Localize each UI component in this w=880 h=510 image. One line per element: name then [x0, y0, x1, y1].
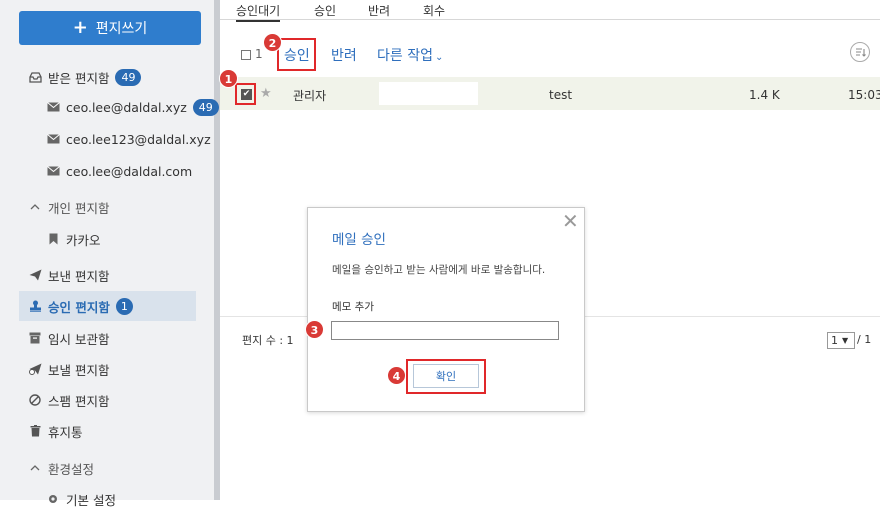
sidebar-item-sent[interactable]: 보낸 편지함 — [28, 264, 109, 286]
sidebar-account-2[interactable]: ceo.lee123@daldal.xyz — [46, 128, 211, 150]
mail-icon — [46, 164, 60, 178]
star-icon[interactable]: ★ — [260, 86, 272, 101]
tab-approved[interactable]: 승인 — [314, 2, 336, 19]
unread-badge: 49 — [192, 98, 219, 116]
highlight-approve-button — [277, 38, 316, 71]
unread-badge: 49 — [115, 68, 142, 86]
memo-input[interactable] — [331, 321, 559, 340]
tab-pending[interactable]: 승인대기 — [236, 2, 281, 22]
trash-icon — [28, 424, 42, 438]
sidebar-item-label: 기본 설정 — [66, 492, 116, 508]
sidebar-item-label: 카카오 — [66, 232, 101, 248]
archive-icon — [28, 331, 42, 345]
other-actions-dropdown[interactable]: 다른 작업 ⌄ — [377, 45, 443, 65]
sort-icon[interactable] — [850, 42, 870, 62]
selected-count: 1 — [255, 47, 263, 61]
mail-time: 15:03 — [848, 88, 880, 102]
sidebar-account-1[interactable]: ceo.lee@daldal.xyz 49 — [46, 96, 219, 118]
send-icon — [28, 268, 42, 282]
memo-label: 메모 추가 — [332, 301, 374, 313]
chevron-down-icon: ▼ — [842, 336, 849, 345]
sidebar-item-label: ceo.lee123@daldal.xyz — [66, 131, 211, 147]
mail-icon — [46, 100, 60, 114]
sidebar-item-scheduled[interactable]: 보낼 편지함 — [28, 358, 109, 380]
mail-sender: 관리자 — [293, 89, 327, 103]
sidebar-item-label: 승인 편지함 — [48, 299, 110, 315]
scheduled-send-icon — [28, 362, 42, 376]
chevron-down-icon: ⌄ — [434, 52, 444, 63]
total-count: 편지 수 : 1 — [242, 334, 294, 347]
reject-button[interactable]: 반려 — [331, 45, 357, 65]
step-callout-1: 1 — [219, 69, 238, 88]
sidebar-item-spam[interactable]: 스팸 편지함 — [28, 389, 109, 411]
block-icon — [28, 393, 42, 407]
mail-subject[interactable]: test — [549, 88, 572, 102]
sidebar-item-kakao[interactable]: 카카오 — [46, 228, 101, 250]
step-callout-4: 4 — [387, 366, 406, 385]
sidebar-item-drafts[interactable]: 임시 보관함 — [28, 327, 109, 349]
bookmark-icon — [46, 232, 60, 246]
chevron-up-icon — [28, 461, 42, 475]
plus-icon: + — [72, 17, 88, 38]
sidebar-item-label: 휴지통 — [48, 424, 83, 440]
close-icon[interactable]: ✕ — [562, 211, 579, 231]
page-total: / 1 — [857, 333, 872, 346]
step-callout-2: 2 — [263, 33, 282, 52]
stamp-icon — [28, 299, 42, 313]
dialog-title: 메일 승인 — [332, 232, 386, 248]
sidebar-section-personal[interactable]: 개인 편지함 — [28, 196, 109, 218]
sidebar-item-label: ceo.lee@daldal.xyz — [66, 99, 187, 115]
sidebar-item-label: 보낸 편지함 — [48, 268, 110, 284]
highlight-row-checkbox — [235, 83, 256, 105]
sidebar-account-3[interactable]: ceo.lee@daldal.com — [46, 160, 192, 182]
inbox-icon — [28, 70, 42, 84]
sidebar-item-label: 스팸 편지함 — [48, 393, 110, 409]
dialog-description: 메일을 승인하고 받는 사람에게 바로 발송합니다. — [332, 264, 546, 276]
section-label: 환경설정 — [48, 461, 95, 477]
sidebar-item-label: 보낼 편지함 — [48, 362, 110, 378]
sidebar-item-approval[interactable]: 승인 편지함 1 — [28, 295, 133, 317]
mail-icon — [46, 132, 60, 146]
count-badge: 1 — [115, 297, 133, 315]
sidebar-item-label: ceo.lee@daldal.com — [66, 163, 193, 179]
select-all-checkbox[interactable] — [241, 50, 251, 60]
compose-label: 편지쓰기 — [95, 21, 148, 37]
compose-button[interactable]: + 편지쓰기 — [19, 11, 201, 45]
tab-recalled[interactable]: 회수 — [423, 2, 445, 19]
step-callout-3: 3 — [305, 320, 324, 339]
other-actions-label: 다른 작업 — [377, 48, 433, 64]
section-label: 개인 편지함 — [48, 200, 110, 216]
sidebar-item-label: 임시 보관함 — [48, 331, 110, 347]
sidebar-item-label: 받은 편지함 — [48, 70, 110, 86]
redacted-area — [379, 82, 478, 105]
sidebar-item-inbox[interactable]: 받은 편지함 49 — [28, 66, 142, 88]
gear-icon — [46, 492, 60, 506]
chevron-up-icon — [28, 200, 42, 214]
sidebar-item-trash[interactable]: 휴지통 — [28, 420, 83, 442]
mail-size: 1.4 K — [749, 88, 780, 102]
tab-rejected[interactable]: 반려 — [368, 2, 390, 19]
page-current: 1 — [831, 334, 838, 347]
sidebar-item-basic-settings[interactable]: 기본 설정 — [46, 488, 116, 510]
highlight-confirm-button — [406, 359, 486, 394]
sidebar-section-settings[interactable]: 환경설정 — [28, 457, 94, 479]
page-select[interactable]: 1 ▼ — [827, 332, 855, 349]
